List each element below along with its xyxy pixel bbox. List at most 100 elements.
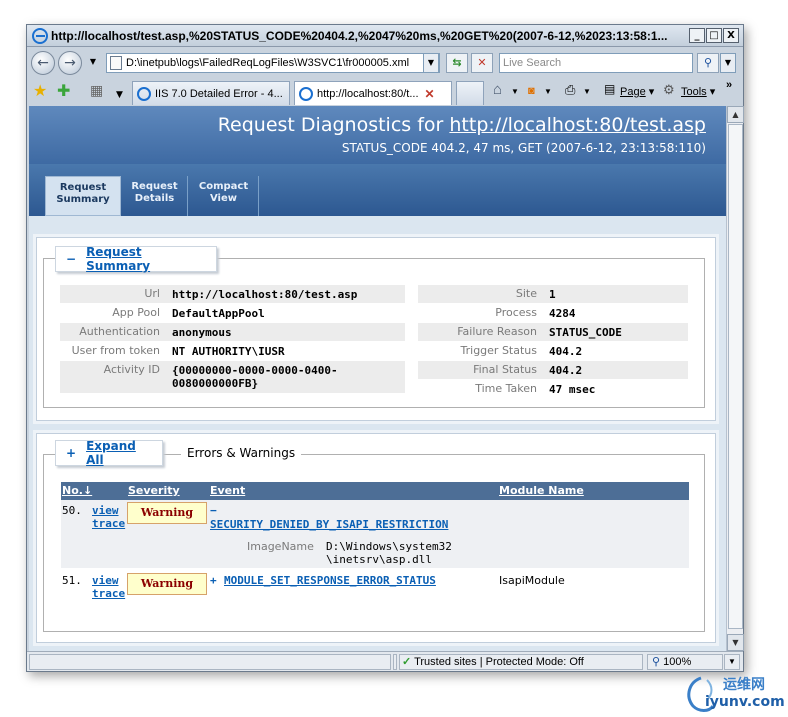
scroll-down-icon[interactable]: ▼ [727, 634, 744, 651]
tab-iis-error[interactable]: IIS 7.0 Detailed Error - 4... [132, 81, 290, 105]
address-row: ← → ▼ D:\inetpub\logs\FailedReqLogFiles\… [27, 48, 743, 76]
expand-all-button[interactable]: + Expand All [55, 439, 163, 467]
row-number: 51. [62, 574, 82, 587]
column-severity[interactable]: Severity [128, 484, 180, 497]
row-collapse-icon[interactable]: − [210, 504, 217, 517]
tab-line1: Compact [198, 181, 249, 192]
refresh-icon[interactable]: ⇆ [446, 53, 468, 73]
title-bar: http://localhost/test.asp,%20STATUS_CODE… [27, 25, 743, 47]
search-icon[interactable]: ⚲ [697, 53, 719, 73]
address-dropdown-icon[interactable]: ▼ [423, 53, 439, 73]
tab-compact-view[interactable]: Compact View [189, 176, 259, 216]
tab-line2: Summary [56, 194, 110, 205]
errors-heading: Errors & Warnings [181, 446, 302, 460]
field-label: Trigger Status [460, 344, 537, 357]
field-label: Time Taken [475, 382, 537, 395]
page-menu-label: Page [620, 86, 646, 98]
field-value: 47 msec [549, 383, 596, 396]
tab-row: ★ ✚ ▦ ▼ IIS 7.0 Detailed Error - 4... ht… [27, 77, 743, 105]
detail-label: ImageName [247, 540, 314, 553]
row-expand-icon[interactable]: + [210, 574, 217, 587]
add-favorite-icon[interactable]: ✚ [57, 83, 70, 99]
stop-icon[interactable]: ✕ [471, 53, 493, 73]
field-value: {00000000-0000-0000-0400- 0080000000FB} [172, 361, 338, 390]
minimize-button[interactable]: _ [689, 28, 705, 43]
print-icon[interactable]: ⎙ [565, 82, 575, 98]
event-link[interactable]: SECURITY_DENIED_BY_ISAPI_RESTRICTION [210, 518, 448, 531]
page-content: Request Diagnostics for http://localhost… [29, 106, 726, 651]
watermark-text-en: iyunv.com [705, 694, 785, 710]
tools-menu[interactable]: Tools ▾ [681, 85, 715, 98]
chevron-more-icon[interactable]: » [726, 79, 732, 91]
search-input[interactable]: Live Search [499, 53, 693, 73]
new-tab-button[interactable] [456, 81, 484, 105]
summary-row: Url http://localhost:80/test.asp [60, 285, 405, 303]
tab-localhost[interactable]: http://localhost:80/t... ✕ [294, 81, 452, 105]
field-label: Site [515, 287, 537, 300]
tab-request-details[interactable]: Request Details [122, 176, 188, 216]
quick-tabs-icon[interactable]: ▦ [90, 83, 103, 99]
summary-row: Process 4284 [418, 304, 688, 322]
trace-label: trace [92, 517, 126, 530]
favorites-star-icon[interactable]: ★ [33, 83, 47, 99]
column-module-name[interactable]: Module Name [499, 484, 584, 497]
window-title: http://localhost/test.asp,%20STATUS_CODE… [51, 28, 668, 43]
zoom-control[interactable]: ⚲ 100% [647, 654, 723, 670]
tab-list-dropdown-icon[interactable]: ▼ [116, 87, 123, 103]
tab-label: http://localhost:80/t... [317, 87, 419, 100]
field-label: User from token [71, 344, 160, 357]
print-dropdown-icon[interactable]: ▼ [583, 87, 591, 96]
vertical-scrollbar[interactable]: ▲ ▼ [726, 106, 744, 651]
summary-heading: Request Summary [86, 245, 151, 273]
page-menu[interactable]: Page ▾ [620, 85, 654, 98]
column-event[interactable]: Event [210, 484, 245, 497]
view-trace-link[interactable]: view trace [92, 504, 132, 530]
home-dropdown-icon[interactable]: ▼ [511, 87, 519, 96]
page-icon [110, 56, 122, 70]
maximize-button[interactable]: □ [706, 28, 722, 43]
view-trace-link[interactable]: view trace [92, 574, 132, 600]
forward-button[interactable]: → [58, 51, 82, 75]
feeds-icon[interactable]: ◙ [528, 85, 535, 97]
back-button[interactable]: ← [31, 51, 55, 75]
activity-id-part2: 0080000000FB} [172, 377, 259, 390]
view-tabs: Request Summary Request Details Compact … [29, 164, 726, 216]
search-dropdown-icon[interactable]: ▼ [720, 53, 736, 73]
scroll-thumb[interactable] [728, 124, 743, 629]
home-icon[interactable]: ⌂ [493, 81, 502, 98]
field-value: http://localhost:80/test.asp [172, 288, 358, 301]
errors-warnings-panel: + Expand All Errors & Warnings No.↓ Seve… [36, 433, 716, 643]
field-label: Url [144, 287, 160, 300]
request-url-link[interactable]: http://localhost:80/test.asp [449, 114, 706, 136]
column-no[interactable]: No.↓ [62, 484, 92, 497]
feeds-dropdown-icon[interactable]: ▼ [544, 87, 552, 96]
view-label: view [92, 504, 119, 517]
scroll-up-icon[interactable]: ▲ [727, 106, 744, 123]
event-link[interactable]: MODULE_SET_RESPONSE_ERROR_STATUS [224, 574, 436, 587]
browser-window: http://localhost/test.asp,%20STATUS_CODE… [26, 24, 744, 672]
security-zone[interactable]: ✓ Trusted sites | Protected Mode: Off [399, 654, 643, 670]
watermark-text-cn: 运维网 [723, 677, 765, 693]
summary-row: Final Status 404.2 [418, 361, 688, 379]
tab-request-summary[interactable]: Request Summary [45, 176, 121, 216]
close-button[interactable]: X [723, 28, 739, 43]
field-label: Failure Reason [457, 325, 537, 338]
request-summary-toggle[interactable]: − Request Summary [55, 245, 217, 273]
zoom-level: 100% [663, 656, 692, 668]
tab-close-icon[interactable]: ✕ [425, 87, 435, 101]
summary-row: Time Taken 47 msec [418, 380, 688, 398]
summary-row: Failure Reason STATUS_CODE [418, 323, 688, 341]
address-field[interactable]: D:\inetpub\logs\FailedReqLogFiles\W3SVC1… [106, 53, 440, 73]
field-label: Authentication [79, 325, 160, 338]
address-text: D:\inetpub\logs\FailedReqLogFiles\W3SVC1… [126, 57, 410, 69]
request-summary-panel: − Request Summary Url http://localhost:8… [36, 237, 716, 421]
summary-row: Site 1 [418, 285, 688, 303]
history-dropdown-icon[interactable]: ▼ [85, 53, 101, 73]
tab-label: IIS 7.0 Detailed Error - 4... [155, 87, 283, 100]
window-controls: _ □ X [689, 28, 739, 43]
zoom-dropdown-icon[interactable]: ▼ [724, 654, 740, 670]
field-value: anonymous [172, 326, 232, 339]
field-label: Final Status [473, 363, 537, 376]
tools-menu-label: Tools [681, 86, 707, 98]
warning-badge: Warning [127, 502, 207, 524]
